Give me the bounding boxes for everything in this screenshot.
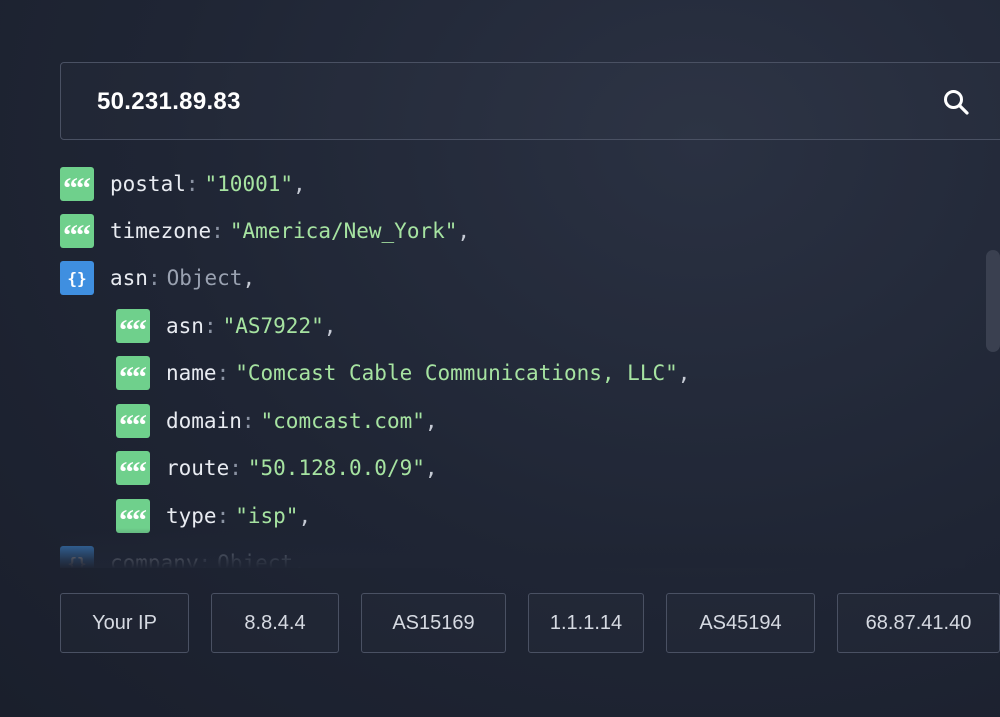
json-value: "isp" bbox=[235, 504, 299, 528]
vertical-scrollbar[interactable] bbox=[986, 250, 1000, 352]
quick-link-as45194[interactable]: AS45194 bbox=[666, 593, 815, 653]
json-row-asn: ““ asn: "AS7922", bbox=[116, 308, 336, 346]
string-quote-icon: ““ bbox=[116, 451, 150, 488]
json-value: "10001" bbox=[204, 172, 294, 196]
json-value: Object bbox=[166, 266, 243, 290]
quick-link-your-ip[interactable]: Your IP bbox=[60, 593, 189, 653]
string-quote-icon: ““ bbox=[116, 404, 150, 441]
string-quote-icon: ““ bbox=[60, 214, 94, 251]
json-value: "Comcast Cable Communications, LLC" bbox=[235, 361, 678, 385]
json-row-route: ““ route: "50.128.0.0/9", bbox=[116, 450, 438, 488]
json-row-domain: ““ domain: "comcast.com", bbox=[116, 403, 438, 441]
json-row-asn-object[interactable]: {} asn: Object, bbox=[60, 260, 255, 296]
object-braces-icon: {} bbox=[60, 261, 94, 295]
json-value: Object bbox=[217, 551, 294, 568]
json-value: "comcast.com" bbox=[260, 409, 425, 433]
json-key: timezone bbox=[110, 219, 212, 243]
json-key: type bbox=[166, 504, 217, 528]
quick-link-1-1-1-14[interactable]: 1.1.1.14 bbox=[528, 593, 644, 653]
json-row-timezone: ““ timezone: "America/New_York", bbox=[60, 213, 470, 251]
json-key: domain bbox=[166, 409, 242, 433]
json-key: route bbox=[166, 456, 230, 480]
object-braces-icon: {} bbox=[60, 546, 94, 568]
json-row-type: ““ type: "isp", bbox=[116, 498, 311, 536]
json-value: "America/New_York" bbox=[229, 219, 458, 243]
string-quote-icon: ““ bbox=[116, 309, 150, 346]
json-row-company-object[interactable]: {} company: Object, bbox=[60, 545, 306, 568]
quick-link-as15169[interactable]: AS15169 bbox=[361, 593, 506, 653]
json-viewer: ““ postal: "10001", ““ timezone: "America/… bbox=[60, 160, 965, 568]
quick-link-8-8-4-4[interactable]: 8.8.4.4 bbox=[211, 593, 339, 653]
search-icon bbox=[944, 90, 969, 115]
string-quote-icon: ““ bbox=[60, 167, 94, 204]
json-value: "AS7922" bbox=[222, 314, 324, 338]
search-button[interactable] bbox=[941, 87, 971, 117]
json-row-postal: ““ postal: "10001", bbox=[60, 166, 306, 204]
string-quote-icon: ““ bbox=[116, 356, 150, 393]
json-key: asn bbox=[166, 314, 204, 338]
json-key: postal bbox=[110, 172, 186, 196]
json-key: asn bbox=[110, 266, 148, 290]
string-quote-icon: ““ bbox=[116, 499, 150, 536]
quick-link-68-87-41-40[interactable]: 68.87.41.40 bbox=[837, 593, 1000, 653]
json-value: "50.128.0.0/9" bbox=[247, 456, 425, 480]
search-input[interactable] bbox=[95, 63, 919, 141]
search-box bbox=[60, 62, 1000, 141]
json-key: company bbox=[110, 551, 199, 568]
json-row-name: ““ name: "Comcast Cable Communications, L… bbox=[116, 355, 690, 393]
json-key: name bbox=[166, 361, 217, 385]
